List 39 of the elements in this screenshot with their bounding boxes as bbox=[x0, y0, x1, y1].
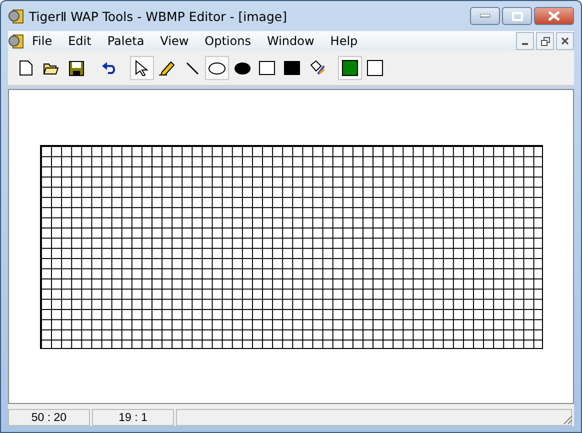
restore-icon bbox=[540, 36, 550, 46]
restore-button[interactable] bbox=[536, 32, 554, 50]
window-title: TigerⅡ WAP Tools - WBMP Editor - [image] bbox=[29, 8, 288, 24]
undo-icon bbox=[102, 62, 116, 74]
minimize-button[interactable] bbox=[516, 32, 534, 50]
pixel-grid[interactable] bbox=[40, 144, 542, 348]
document-icon bbox=[8, 33, 24, 49]
maximize-icon bbox=[512, 12, 522, 20]
minimize-button[interactable] bbox=[470, 7, 500, 25]
select-tool-button[interactable] bbox=[130, 56, 154, 80]
menu-item[interactable]: Edit bbox=[60, 34, 100, 48]
pencil-icon bbox=[159, 60, 175, 76]
line-icon bbox=[186, 62, 198, 74]
status-cell: 50 : 20 bbox=[8, 409, 90, 426]
close-icon bbox=[561, 37, 569, 45]
close-button[interactable] bbox=[556, 32, 574, 50]
menu-item[interactable]: View bbox=[152, 34, 197, 48]
menu-item[interactable]: Help bbox=[322, 34, 366, 48]
close-button[interactable] bbox=[534, 7, 574, 25]
maximize-button[interactable] bbox=[502, 7, 532, 25]
filled-ellipse-icon bbox=[234, 62, 250, 74]
resize-grip-icon[interactable] bbox=[561, 413, 573, 425]
close-icon bbox=[548, 11, 560, 21]
ellipse-tool-button[interactable] bbox=[205, 56, 229, 80]
filled-rectangle-icon bbox=[284, 61, 300, 75]
paint-bucket-icon bbox=[309, 60, 325, 76]
menu-item[interactable]: Window bbox=[258, 34, 322, 48]
menu-item[interactable]: File bbox=[24, 34, 60, 48]
minimize-icon bbox=[480, 14, 490, 18]
blank-page-icon bbox=[19, 60, 33, 76]
rectangle-icon bbox=[259, 61, 275, 75]
folder-icon bbox=[43, 62, 59, 74]
ellipse-icon bbox=[208, 62, 226, 74]
status-cell: 19 : 1 bbox=[92, 409, 174, 426]
menu-item[interactable]: Options bbox=[196, 34, 259, 48]
menu-item[interactable]: Paleta bbox=[99, 34, 152, 48]
color-swatch-button[interactable] bbox=[338, 56, 362, 80]
arrow-pointer-icon bbox=[135, 60, 149, 76]
app-icon bbox=[8, 8, 24, 24]
